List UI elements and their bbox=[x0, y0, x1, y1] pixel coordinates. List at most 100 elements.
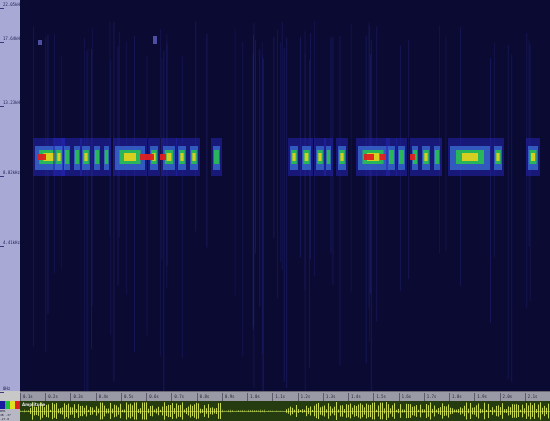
waveform-sample bbox=[278, 410, 279, 412]
call-core bbox=[434, 150, 440, 164]
waveform-sample bbox=[54, 404, 55, 418]
waveform-sample bbox=[470, 402, 471, 420]
waveform-sample bbox=[84, 407, 85, 415]
spectrogram-canvas[interactable] bbox=[20, 0, 550, 391]
noise-streak bbox=[350, 23, 352, 293]
waveform-sample bbox=[162, 406, 163, 416]
call-hot bbox=[160, 154, 166, 160]
noise-streak bbox=[109, 21, 111, 236]
waveform-sample bbox=[78, 404, 79, 418]
time-tick-label: 0.2s bbox=[45, 393, 70, 401]
waveform-sample bbox=[66, 405, 67, 417]
frequency-tick-label: 8.82kHz bbox=[3, 170, 20, 175]
waveform-sample bbox=[414, 406, 415, 416]
waveform-canvas[interactable] bbox=[20, 401, 550, 421]
waveform-sample bbox=[172, 402, 173, 420]
waveform-sample bbox=[374, 402, 375, 420]
waveform-sample bbox=[134, 402, 135, 420]
waveform-sample bbox=[322, 406, 323, 416]
call-peak bbox=[318, 153, 322, 161]
noise-streak bbox=[159, 29, 161, 356]
waveform-sample bbox=[398, 408, 399, 414]
waveform-sample bbox=[26, 410, 27, 412]
time-tick-label: 0.5s bbox=[120, 393, 146, 401]
waveform-sample bbox=[328, 403, 329, 419]
waveform-sample bbox=[424, 409, 425, 413]
waveform-sample bbox=[46, 404, 47, 418]
waveform-sample bbox=[360, 403, 361, 419]
waveform-sample bbox=[214, 408, 215, 414]
noise-streak bbox=[259, 49, 261, 307]
noise-streak bbox=[242, 42, 244, 357]
waveform-sample bbox=[168, 404, 169, 418]
waveform-sample bbox=[334, 406, 335, 416]
waveform-sample bbox=[250, 409, 251, 413]
waveform-sample bbox=[394, 403, 395, 419]
waveform-sample bbox=[434, 405, 435, 417]
waveform-sample bbox=[246, 410, 247, 412]
waveform-sample bbox=[440, 407, 441, 415]
waveform-sample bbox=[258, 410, 259, 412]
waveform-sample bbox=[520, 409, 521, 413]
waveform-sample bbox=[494, 409, 495, 413]
waveform-sample bbox=[194, 404, 195, 418]
waveform-sample bbox=[76, 409, 77, 413]
waveform-sample bbox=[466, 402, 467, 420]
noise-streak bbox=[206, 34, 208, 248]
waveform-sample bbox=[468, 408, 469, 414]
call-peak bbox=[340, 153, 344, 161]
waveform-sample bbox=[496, 405, 497, 417]
waveform-sample bbox=[474, 407, 475, 415]
time-tick-label: 1.1s bbox=[272, 393, 297, 401]
waveform-sample bbox=[376, 409, 377, 413]
noise-streak bbox=[370, 39, 372, 391]
waveform-sample bbox=[448, 404, 449, 418]
waveform-sample bbox=[100, 402, 101, 420]
waveform-sample bbox=[232, 409, 233, 413]
waveform-sample bbox=[292, 407, 293, 415]
waveform-sample bbox=[240, 410, 241, 412]
waveform-sample bbox=[224, 410, 225, 412]
waveform-sample bbox=[482, 409, 483, 413]
call-core bbox=[104, 150, 109, 164]
waveform-sample bbox=[136, 402, 137, 420]
noise-streak bbox=[91, 48, 93, 349]
noise-streak bbox=[195, 21, 197, 232]
waveform-sample bbox=[138, 409, 139, 413]
waveform-sample bbox=[74, 404, 75, 418]
waveform-sample bbox=[480, 408, 481, 414]
spectrogram-view[interactable] bbox=[20, 0, 550, 391]
waveform-sample bbox=[316, 403, 317, 419]
waveform-sample bbox=[86, 405, 87, 417]
waveform-sample bbox=[304, 409, 305, 413]
noise-streak bbox=[163, 50, 165, 391]
waveform-sample bbox=[102, 402, 103, 420]
noise-streak bbox=[339, 36, 341, 366]
waveform-sample bbox=[478, 403, 479, 419]
time-tick-label: 1.5s bbox=[373, 393, 398, 401]
high-freq-mark bbox=[153, 36, 157, 44]
waveform-sample bbox=[512, 404, 513, 418]
waveform-panel[interactable]: Amplitude bbox=[20, 401, 550, 421]
waveform-sample bbox=[506, 409, 507, 413]
waveform-sample bbox=[528, 405, 529, 417]
waveform-sample bbox=[178, 405, 179, 417]
call-peak bbox=[292, 153, 296, 161]
waveform-sample bbox=[286, 409, 287, 413]
waveform-sample bbox=[408, 404, 409, 418]
call-hot bbox=[410, 154, 415, 160]
waveform-sample bbox=[358, 404, 359, 418]
noise-streak bbox=[118, 32, 120, 238]
waveform-sample bbox=[226, 410, 227, 412]
waveform-sample bbox=[218, 403, 219, 419]
waveform-sample bbox=[346, 404, 347, 418]
waveform-sample bbox=[542, 407, 543, 415]
waveform-sample bbox=[64, 403, 65, 419]
waveform-sample bbox=[20, 410, 21, 412]
call-hot bbox=[140, 154, 154, 160]
noise-streak bbox=[86, 51, 88, 391]
waveform-sample bbox=[488, 403, 489, 419]
waveform-sample bbox=[390, 408, 391, 414]
waveform-sample bbox=[112, 408, 113, 414]
noise-streak bbox=[45, 36, 47, 353]
